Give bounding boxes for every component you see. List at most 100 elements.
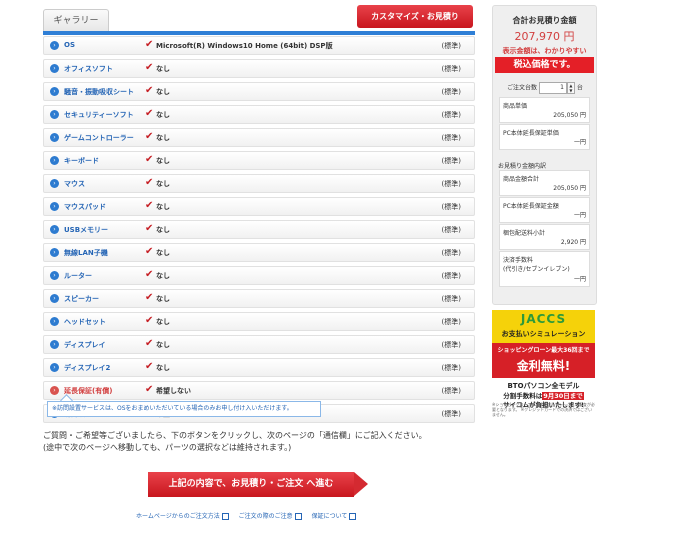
- estimate-sidebar: 合計お見積り金額 207,970 円 表示金額は、わかりやすい 税込価格です。 …: [492, 5, 597, 305]
- estimate-total: 207,970 円: [514, 30, 575, 43]
- part-row[interactable]: › 延長保証(有償) ✔ 希望しない (標準): [43, 381, 475, 400]
- external-window-icon: [349, 513, 357, 520]
- part-standard: (標準): [441, 249, 461, 257]
- part-value: なし: [156, 364, 170, 372]
- jaccs-subtitle: お支払いシミュレーション: [501, 330, 586, 338]
- part-value: なし: [156, 249, 170, 257]
- part-row[interactable]: › ルーター ✔ なし (標準): [43, 266, 475, 285]
- warranty-total-label: PC本体延長保証金額: [503, 203, 559, 210]
- link-warranty[interactable]: 保証について: [312, 513, 357, 520]
- proceed-button-arrow[interactable]: [354, 472, 368, 496]
- part-standard: (標準): [441, 88, 461, 96]
- checkmark-icon: ✔: [145, 177, 154, 188]
- checkmark-icon: ✔: [145, 223, 154, 234]
- part-value: なし: [156, 226, 170, 234]
- fee-sub-label: (代引き/セブンイレブン): [503, 266, 570, 273]
- tax-note-badge: 税込価格です。: [495, 57, 594, 73]
- quantity-unit: 台: [576, 84, 583, 92]
- part-row[interactable]: › ゲームコントローラー ✔ なし (標準): [43, 128, 475, 147]
- part-standard: (標準): [441, 364, 461, 372]
- subtotal-label: 商品金額合計: [503, 176, 540, 183]
- quantity-input[interactable]: 1: [538, 82, 567, 94]
- jaccs-banner[interactable]: JACCS お支払いシミュレーション ショッピングローン最大36回まで 金利無料…: [492, 310, 595, 409]
- proceed-button[interactable]: 上記の内容で、お見積り・ご注文 へ進む: [148, 472, 354, 497]
- part-standard: (標準): [441, 65, 461, 73]
- part-row[interactable]: › 無線LAN子機 ✔ なし (標準): [43, 243, 475, 262]
- checkmark-icon: ✔: [145, 315, 154, 326]
- part-standard: (標準): [441, 387, 461, 395]
- tab-customize[interactable]: カスタマイズ・お見積り: [357, 5, 473, 28]
- part-row[interactable]: › USBメモリー ✔ なし (標準): [43, 220, 475, 239]
- part-name[interactable]: 騒音・振動吸収シート: [64, 87, 134, 97]
- part-name[interactable]: ルーター: [64, 271, 92, 281]
- warranty-unit-box: PC本体延長保証単価 一円: [499, 124, 590, 150]
- part-value: 希望しない: [156, 387, 191, 395]
- part-row[interactable]: › OS ✔ Microsoft(R) Windows10 Home (64bit) …: [43, 36, 475, 55]
- checkmark-icon: ✔: [145, 292, 154, 303]
- jaccs-free-interest: 金利無料!: [516, 359, 571, 373]
- part-value: なし: [156, 318, 170, 326]
- part-name[interactable]: ゲームコントローラー: [64, 133, 134, 143]
- part-value: なし: [156, 272, 170, 280]
- part-row[interactable]: › ヘッドセット ✔ なし (標準): [43, 312, 475, 331]
- part-value: なし: [156, 157, 170, 165]
- checkmark-icon: ✔: [145, 361, 154, 372]
- part-name[interactable]: キーボード: [64, 156, 99, 166]
- arrow-circle-icon: ›: [50, 133, 59, 142]
- part-row[interactable]: › オフィスソフト ✔ なし (標準): [43, 59, 475, 78]
- checkmark-icon: ✔: [145, 338, 154, 349]
- part-name[interactable]: ヘッドセット: [64, 317, 106, 327]
- part-row[interactable]: › マウス ✔ なし (標準): [43, 174, 475, 193]
- fee-box: 決済手数料 (代引き/セブンイレブン) 一円: [499, 251, 590, 287]
- arrow-circle-icon: ›: [50, 225, 59, 234]
- subtotal-value: 205,050 円: [553, 185, 586, 192]
- quantity-stepper[interactable]: ▲ ▼: [566, 82, 575, 94]
- part-row[interactable]: › ディスプレイ2 ✔ なし (標準): [43, 358, 475, 377]
- part-name[interactable]: マウス: [64, 179, 85, 189]
- arrow-circle-icon: ›: [50, 294, 59, 303]
- part-standard: (標準): [441, 134, 461, 142]
- part-row[interactable]: › スピーカー ✔ なし (標準): [43, 289, 475, 308]
- part-name[interactable]: USBメモリー: [64, 225, 108, 235]
- service-note: ※訪問設置サービスは、OSをおまめいただいている場合のみお申し付け入いただけます…: [47, 401, 321, 417]
- part-name[interactable]: セキュリティーソフト: [64, 110, 134, 120]
- part-name[interactable]: ディスプレイ2: [64, 363, 110, 373]
- jaccs-loan-text: ショッピングローン最大36回まで: [497, 347, 590, 354]
- part-name[interactable]: 無線LAN子機: [64, 248, 108, 258]
- part-standard: (標準): [441, 410, 461, 418]
- part-name[interactable]: OS: [64, 41, 75, 49]
- checkmark-icon: ✔: [145, 269, 154, 280]
- part-row[interactable]: › 騒音・振動吸収シート ✔ なし (標準): [43, 82, 475, 101]
- tab-gallery[interactable]: ギャラリー: [43, 9, 109, 32]
- part-name[interactable]: ディスプレイ: [64, 340, 106, 350]
- checkmark-icon: ✔: [145, 200, 154, 211]
- part-name[interactable]: 延長保証(有償): [64, 386, 112, 396]
- link-order-notes[interactable]: ご注文の際のご注意: [239, 513, 302, 520]
- part-standard: (標準): [441, 272, 461, 280]
- warranty-unit-value: 一円: [573, 139, 586, 146]
- part-name[interactable]: マウスパッド: [64, 202, 106, 212]
- part-name[interactable]: オフィスソフト: [64, 64, 113, 74]
- part-value: なし: [156, 134, 170, 142]
- part-row[interactable]: › キーボード ✔ なし (標準): [43, 151, 475, 170]
- jaccs-logo: JACCS: [520, 312, 567, 326]
- arrow-circle-icon: ›: [50, 110, 59, 119]
- jaccs-banner-red: ショッピングローン最大36回まで 金利無料!: [492, 343, 595, 378]
- arrow-circle-icon: ›: [50, 64, 59, 73]
- external-window-icon: [294, 513, 302, 520]
- part-value: なし: [156, 341, 170, 349]
- quantity-row: ご注文台数 1 ▲ ▼ 台: [507, 82, 583, 94]
- fee-value: 一円: [573, 276, 586, 283]
- part-row[interactable]: › ディスプレイ ✔ なし (標準): [43, 335, 475, 354]
- checkmark-icon: ✔: [145, 246, 154, 257]
- part-value: なし: [156, 203, 170, 211]
- link-order-method[interactable]: ホームページからのご注文方法: [136, 513, 229, 520]
- part-row[interactable]: › セキュリティーソフト ✔ なし (標準): [43, 105, 475, 124]
- part-standard: (標準): [441, 295, 461, 303]
- part-standard: (標準): [441, 318, 461, 326]
- part-name[interactable]: スピーカー: [64, 294, 99, 304]
- part-row[interactable]: › マウスパッド ✔ なし (標準): [43, 197, 475, 216]
- checkmark-icon: ✔: [145, 108, 154, 119]
- arrow-circle-icon: ›: [50, 41, 59, 50]
- part-standard: (標準): [441, 111, 461, 119]
